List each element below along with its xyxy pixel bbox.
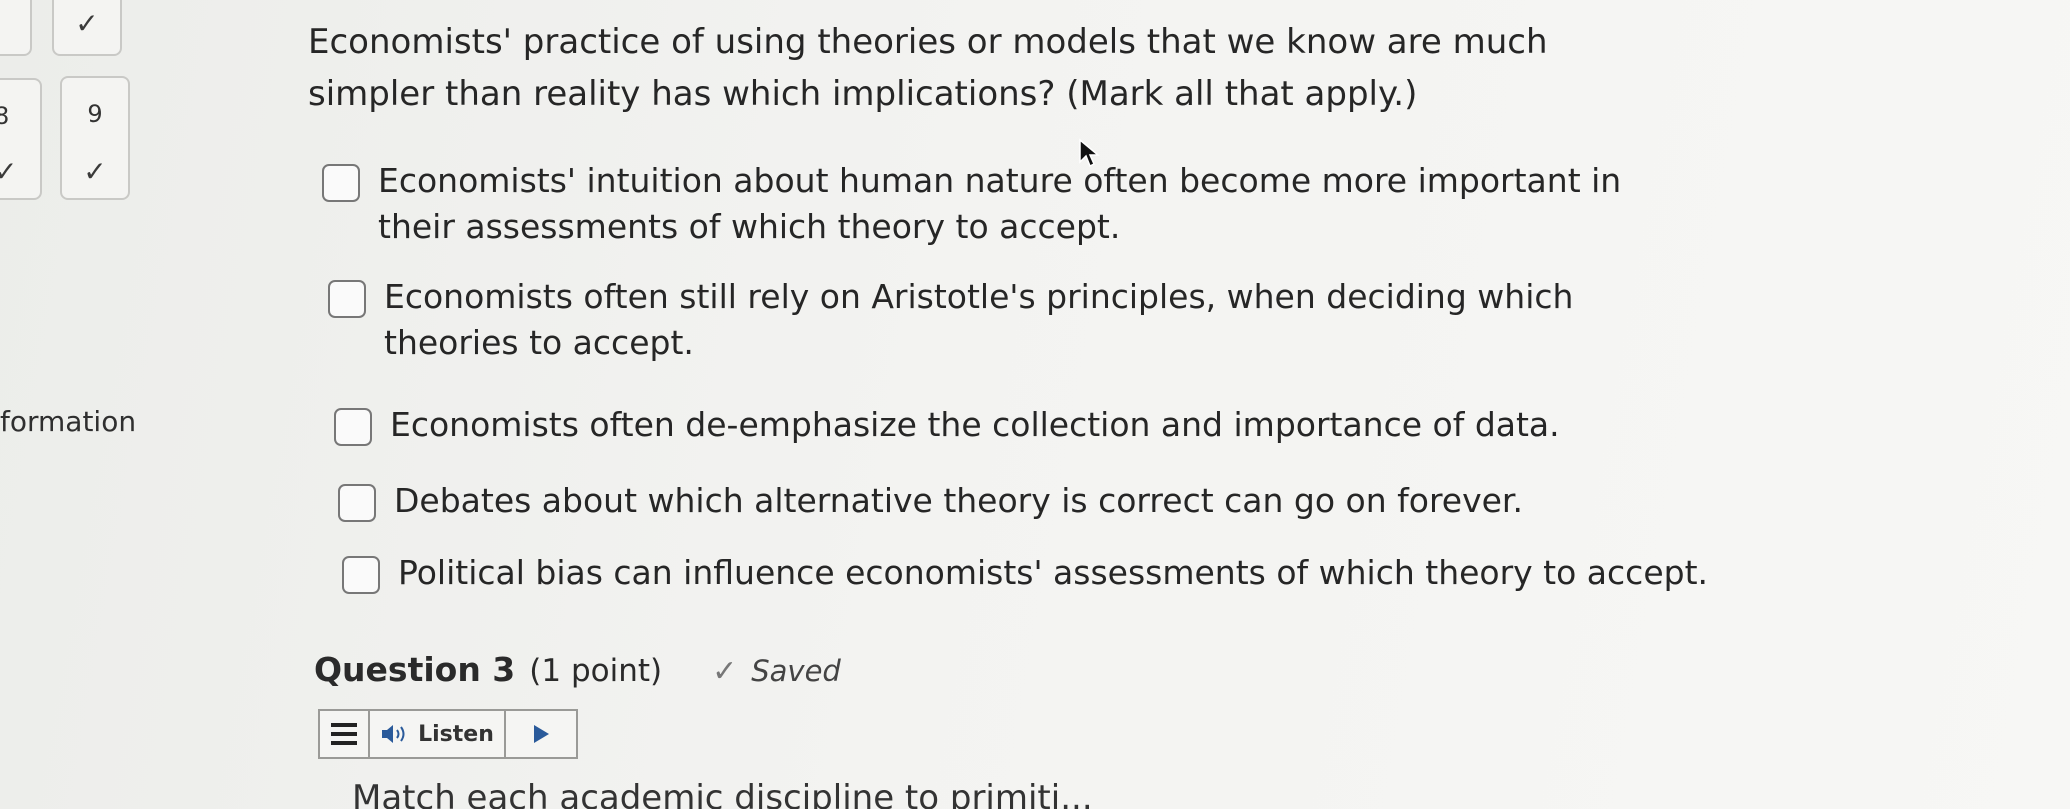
question-number: 9: [87, 100, 103, 128]
listen-button[interactable]: Listen: [370, 711, 506, 757]
question-nav-tile-partial[interactable]: [0, 0, 32, 56]
option-label: Economists' intuition about human nature…: [378, 161, 1622, 246]
option-label: Economists often de-emphasize the collec…: [390, 405, 1560, 444]
play-button[interactable]: [506, 711, 576, 757]
check-icon: ✓: [75, 7, 99, 40]
checkbox[interactable]: [334, 408, 372, 446]
option-label: Political bias can influence economists'…: [398, 553, 1708, 592]
check-icon: ✓: [0, 155, 18, 188]
option-label: Economists often still rely on Aristotle…: [384, 277, 1574, 362]
answer-option[interactable]: Economists' intuition about human nature…: [322, 158, 1642, 250]
question-prompt-preview: Match each academic discipline to primit…: [352, 778, 1093, 809]
checkbox[interactable]: [328, 280, 366, 318]
question-prompt: Economists' practice of using theories o…: [308, 22, 1548, 114]
play-icon: [533, 725, 549, 743]
checkbox[interactable]: [338, 484, 376, 522]
question-title: Question 3: [314, 650, 516, 689]
question-nav-tile-9[interactable]: 9 ✓: [60, 76, 130, 200]
speaker-icon: [382, 725, 405, 743]
sidebar-section-label: formation: [0, 405, 137, 438]
saved-status: Saved: [751, 654, 841, 688]
checkbox[interactable]: [342, 556, 380, 594]
menu-button[interactable]: [320, 711, 370, 757]
answer-option[interactable]: Political bias can influence economists'…: [342, 550, 1742, 596]
quiz-page: ✓ 8 ✓ 9 ✓ formation Economists' practice…: [0, 0, 2070, 809]
check-icon: ✓: [712, 654, 738, 689]
answer-option[interactable]: Economists often still rely on Aristotle…: [328, 274, 1658, 366]
mouse-cursor-icon: [1079, 138, 1100, 168]
option-label: Debates about which alternative theory i…: [394, 481, 1523, 520]
check-icon: ✓: [83, 155, 107, 188]
answer-option[interactable]: Economists often de-emphasize the collec…: [334, 402, 1734, 448]
listen-label: Listen: [418, 721, 494, 747]
question-points: (1 point): [529, 653, 663, 689]
menu-icon: [331, 723, 357, 745]
text-to-speech-toolbar: Listen: [318, 709, 578, 759]
question-header: Question 3 (1 point) ✓ Saved: [314, 650, 841, 689]
question-nav-tile[interactable]: ✓: [52, 0, 122, 56]
checkbox[interactable]: [322, 164, 360, 202]
question-number: 8: [0, 102, 10, 130]
question-nav-tile-8[interactable]: 8 ✓: [0, 78, 42, 200]
answer-option[interactable]: Debates about which alternative theory i…: [338, 478, 1738, 524]
